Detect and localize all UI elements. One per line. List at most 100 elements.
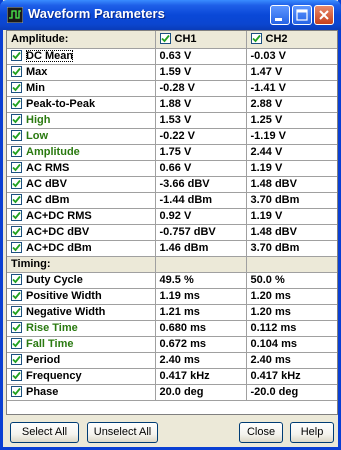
checkmark-icon [12,211,21,220]
parameter-row[interactable]: Low -0.22 V -1.19 V [7,128,337,145]
ch1-value: 1.59 V [159,66,192,78]
checkmark-icon [12,179,21,188]
minimize-icon [275,18,282,21]
timing-section-label: Timing: [11,258,51,270]
parameter-row[interactable]: Peak-to-Peak 1.88 V 2.88 V [7,96,337,113]
checkbox[interactable] [11,338,22,349]
ch1-value: -0.22 V [159,130,195,142]
ch1-value: 1.53 V [159,114,192,126]
close-window-button[interactable] [314,5,334,25]
checkbox[interactable] [11,114,22,125]
checkmark-icon [12,147,21,156]
parameter-label: AC+DC RMS [26,210,92,222]
title-bar[interactable]: Waveform Parameters [0,0,341,30]
parameter-row[interactable]: Phase 20.0 deg -20.0 deg [7,384,337,401]
close-button[interactable]: Close [239,422,283,443]
ch2-value: 50.0 % [250,274,285,286]
ch2-header: CH2 [265,33,288,46]
checkmark-icon [12,51,21,60]
checkbox[interactable] [11,194,22,205]
checkbox[interactable] [11,354,22,365]
ch1-header: CH1 [174,33,197,46]
ch2-value: 0.112 ms [250,322,297,334]
checkbox[interactable] [11,242,22,253]
ch2-value: 1.25 V [250,114,283,126]
select-all-button[interactable]: Select All [10,422,79,443]
checkmark-icon [12,99,21,108]
checkbox[interactable] [11,290,22,301]
parameter-label: AC dBm [26,194,70,206]
parameter-row[interactable]: Period 2.40 ms 2.40 ms [7,352,337,369]
ch2-value: 1.47 V [250,66,283,78]
parameter-row[interactable]: High 1.53 V 1.25 V [7,112,337,129]
help-button[interactable]: Help [290,422,334,443]
parameter-label: AC+DC dBm [26,242,92,254]
checkbox[interactable] [11,226,22,237]
checkbox[interactable] [11,146,22,157]
checkmark-icon [12,387,21,396]
checkmark-icon [12,323,21,332]
checkbox[interactable] [11,50,22,61]
checkbox[interactable] [11,66,22,77]
parameter-label: AC dBV [26,178,67,190]
checkmark-icon [12,307,21,316]
checkbox[interactable] [11,98,22,109]
checkmark-icon [12,67,21,76]
parameter-row[interactable]: AC dBV -3.66 dBV 1.48 dBV [7,176,337,193]
parameter-label: Low [26,130,48,142]
parameter-label: Positive Width [26,290,102,302]
ch2-value: 1.20 ms [250,290,291,302]
parameter-row[interactable]: Frequency 0.417 kHz 0.417 kHz [7,368,337,385]
parameter-label: AC+DC dBV [26,226,90,238]
parameter-row[interactable]: Amplitude 1.75 V 2.44 V [7,144,337,161]
parameter-row[interactable]: Duty Cycle 49.5 % 50.0 % [7,272,337,289]
checkbox[interactable] [11,370,22,381]
parameter-row[interactable]: AC RMS 0.66 V 1.19 V [7,160,337,177]
minimize-button[interactable] [270,5,290,25]
parameter-row[interactable]: Negative Width 1.21 ms 1.20 ms [7,304,337,321]
checkbox[interactable] [11,306,22,317]
parameter-row[interactable]: AC+DC RMS 0.92 V 1.19 V [7,208,337,225]
checkmark-icon [12,371,21,380]
checkmark-icon [12,115,21,124]
parameter-label: Period [26,354,61,366]
parameter-label: Duty Cycle [26,274,83,286]
parameter-row[interactable]: AC dBm -1.44 dBm 3.70 dBm [7,192,337,209]
ch1-value: 1.75 V [159,146,192,158]
checkbox[interactable] [159,33,171,45]
parameter-label: Fall Time [26,338,74,350]
checkbox[interactable] [11,178,22,189]
ch1-value: 1.88 V [159,98,192,110]
checkbox[interactable] [11,82,22,93]
checkbox[interactable] [11,274,22,285]
parameter-row[interactable]: Rise Time 0.680 ms 0.112 ms [7,320,337,337]
checkmark-icon [12,83,21,92]
parameter-row[interactable]: Min -0.28 V -1.41 V [7,80,337,97]
checkbox[interactable] [250,33,262,45]
ch1-value: 0.680 ms [159,322,206,334]
ch1-value: 0.417 kHz [159,370,210,382]
ch1-value: -1.44 dBm [159,194,213,206]
parameter-row[interactable]: Max 1.59 V 1.47 V [7,64,337,81]
parameter-label: Peak-to-Peak [26,98,96,110]
ch2-value: -0.03 V [250,50,286,62]
maximize-button[interactable] [292,5,312,25]
parameter-row[interactable]: DC Mean 0.63 V -0.03 V [7,48,337,65]
checkbox[interactable] [11,162,22,173]
checkbox[interactable] [11,322,22,333]
ch1-value: 1.46 dBm [159,242,209,254]
parameter-row[interactable]: Fall Time 0.672 ms 0.104 ms [7,336,337,353]
unselect-all-button[interactable]: Unselect All [87,422,158,443]
checkbox[interactable] [11,130,22,141]
parameter-row[interactable]: AC+DC dBV -0.757 dBV 1.48 dBV [7,224,337,241]
parameter-label: DC Mean [26,50,74,62]
ch1-value: 0.66 V [159,162,192,174]
checkbox[interactable] [11,210,22,221]
window-title: Waveform Parameters [28,6,165,21]
ch2-value: 1.20 ms [250,306,291,318]
parameter-row[interactable]: AC+DC dBm 1.46 dBm 3.70 dBm [7,240,337,257]
checkmark-icon [12,163,21,172]
ch2-value: 1.48 dBV [250,226,297,238]
checkbox[interactable] [11,386,22,397]
parameter-row[interactable]: Positive Width 1.19 ms 1.20 ms [7,288,337,305]
